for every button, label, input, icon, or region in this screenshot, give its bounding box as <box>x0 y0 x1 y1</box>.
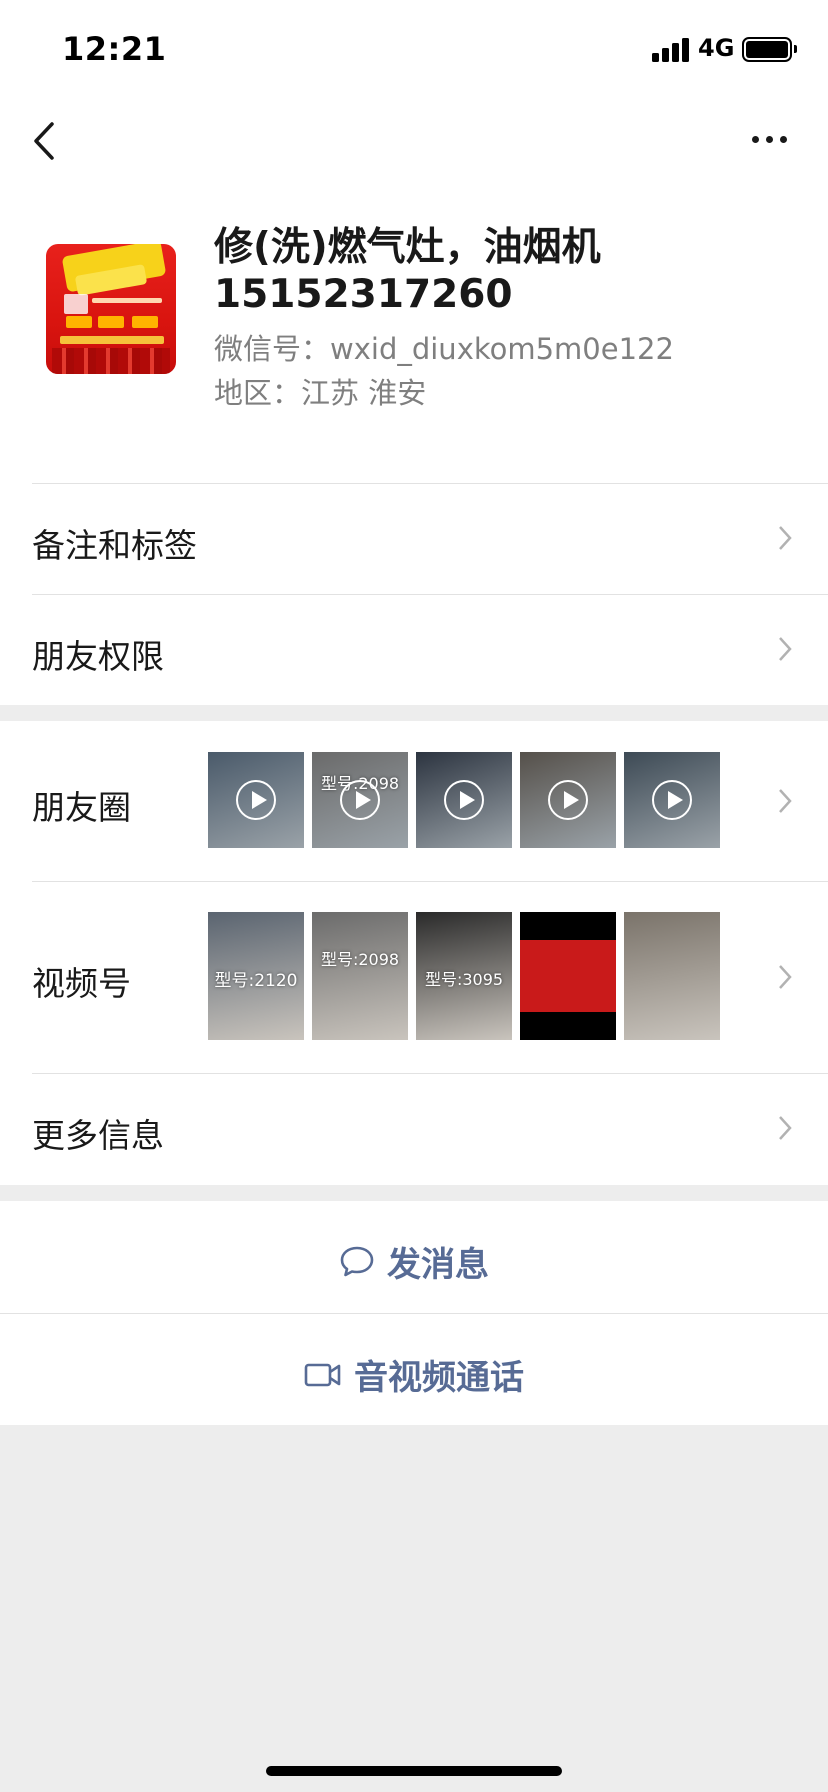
play-icon <box>652 780 692 820</box>
nav-bar <box>0 100 828 190</box>
play-icon <box>548 780 588 820</box>
divider <box>32 483 828 484</box>
av-call-button[interactable]: 音视频通话 <box>0 1313 828 1425</box>
divider <box>32 1073 828 1074</box>
profile-header: 修(洗)燃气灶，油烟机15152317260 微信号：wxid_diuxkom5… <box>0 190 828 483</box>
channels-label: 视频号 <box>32 964 131 1003</box>
wechat-id: 微信号：wxid_diuxkom5m0e122 <box>214 332 674 366</box>
moments-thumb[interactable] <box>624 752 720 848</box>
moments-thumb[interactable] <box>208 752 304 848</box>
chevron-right-icon <box>779 965 792 989</box>
more-info-row[interactable]: 更多信息 <box>0 1073 828 1185</box>
back-icon[interactable] <box>28 116 68 166</box>
moments-thumb[interactable] <box>520 752 616 848</box>
moments-label: 朋友圈 <box>32 788 131 827</box>
permissions-row[interactable]: 朋友权限 <box>0 594 828 705</box>
contact-name: 修(洗)燃气灶，油烟机15152317260 <box>214 225 601 317</box>
channels-thumb[interactable] <box>624 912 720 1040</box>
section-gap <box>0 705 828 721</box>
remarks-row[interactable]: 备注和标签 <box>0 483 828 594</box>
avatar[interactable] <box>46 244 176 374</box>
channels-thumb[interactable]: 型号:3095 <box>416 912 512 1040</box>
moments-thumb[interactable] <box>416 752 512 848</box>
chevron-right-icon <box>779 789 792 813</box>
play-icon <box>444 780 484 820</box>
status-bar: 12:21 4G <box>0 0 828 100</box>
battery-icon <box>742 37 797 62</box>
home-indicator[interactable] <box>266 1766 562 1776</box>
moments-thumb[interactable]: 型号:2098 <box>312 752 408 848</box>
permissions-label: 朋友权限 <box>32 637 164 676</box>
moments-thumbnails: 型号:2098 <box>208 752 720 848</box>
top-area: 12:21 4G 修(洗)燃气灶，油烟机15152317260 微信号：wxid… <box>0 0 828 483</box>
av-call-label: 音视频通话 <box>354 1358 524 1398</box>
more-options-icon[interactable] <box>744 124 794 154</box>
chevron-right-icon <box>779 637 792 661</box>
chevron-right-icon <box>779 526 792 550</box>
send-message-button[interactable]: 发消息 <box>0 1201 828 1313</box>
network-type: 4G <box>698 34 735 62</box>
channels-row[interactable]: 视频号 型号:2120 型号:2098 型号:3095 <box>0 881 828 1073</box>
video-camera-icon <box>304 1363 341 1386</box>
divider <box>32 881 828 882</box>
channels-thumbnails: 型号:2120 型号:2098 型号:3095 <box>208 912 720 1040</box>
remarks-label: 备注和标签 <box>32 526 197 565</box>
channels-thumb[interactable]: 型号:2120 <box>208 912 304 1040</box>
play-icon <box>236 780 276 820</box>
play-icon <box>340 780 380 820</box>
channels-thumb[interactable] <box>520 912 616 1040</box>
status-time: 12:21 <box>62 30 167 68</box>
signal-icon <box>652 36 692 62</box>
divider <box>32 594 828 595</box>
more-info-label: 更多信息 <box>32 1116 164 1155</box>
section-gap <box>0 1185 828 1201</box>
moments-row[interactable]: 朋友圈 型号:2098 <box>0 721 828 881</box>
chat-bubble-icon <box>340 1246 374 1276</box>
channels-thumb[interactable]: 型号:2098 <box>312 912 408 1040</box>
chevron-right-icon <box>779 1116 792 1140</box>
send-message-label: 发消息 <box>387 1245 489 1285</box>
region: 地区：江苏 淮安 <box>214 376 427 410</box>
